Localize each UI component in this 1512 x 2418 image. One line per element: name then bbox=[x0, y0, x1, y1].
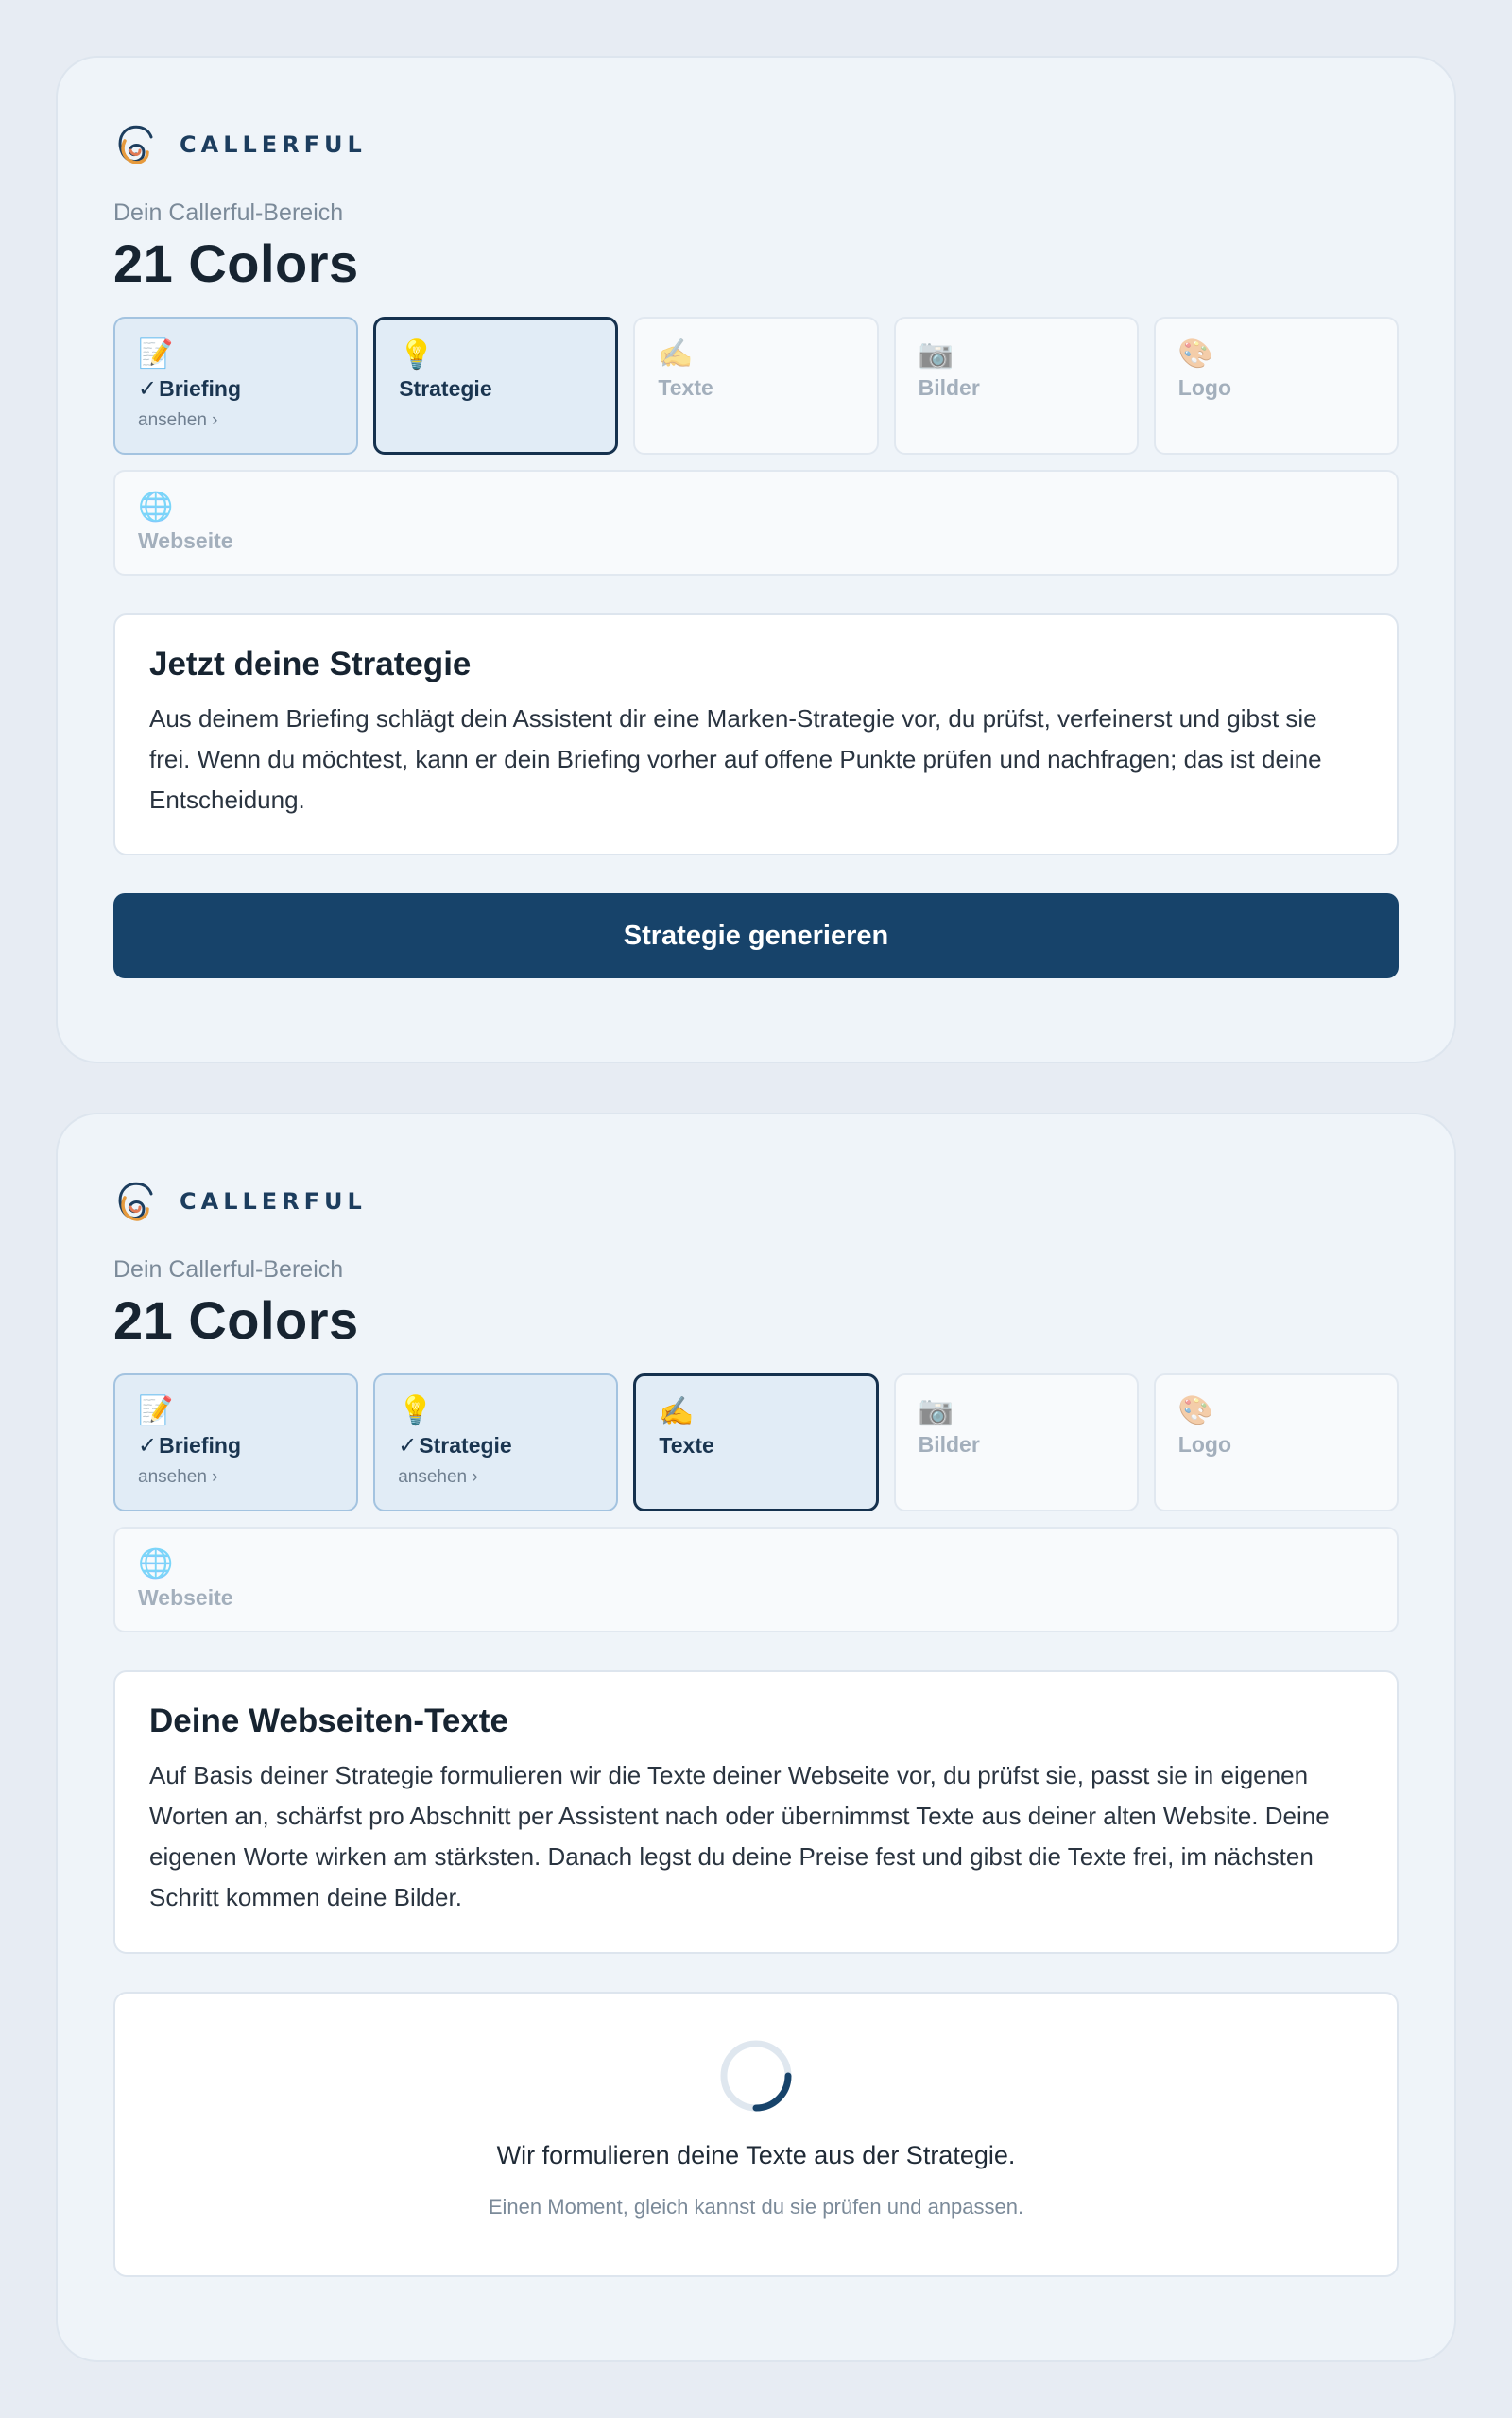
callerful-logo-icon bbox=[118, 1182, 153, 1221]
step-logo[interactable]: 🎨 Logo bbox=[1153, 1373, 1399, 1511]
palette-icon: 🎨 bbox=[1177, 338, 1214, 370]
step-texte[interactable]: ✍️ Texte bbox=[633, 1373, 879, 1511]
step-view-link[interactable]: ansehen › bbox=[138, 1467, 356, 1488]
step-label: Bilder bbox=[918, 1432, 980, 1457]
area-label: Dein Callerful-Bereich bbox=[113, 1256, 344, 1283]
camera-icon: 📷 bbox=[918, 338, 954, 370]
palette-icon: 🎨 bbox=[1177, 1395, 1214, 1426]
card-text: Aus deinem Briefing schlägt dein Assiste… bbox=[149, 704, 1322, 814]
memo-icon: 📝 bbox=[138, 1395, 174, 1426]
check-icon: ✓ bbox=[138, 1433, 158, 1459]
lightbulb-icon: 💡 bbox=[399, 339, 435, 371]
step-navigation: 📝 ✓Briefing ansehen › 💡 Strategie ✍️ Tex… bbox=[113, 317, 1399, 576]
step-navigation: 📝 ✓Briefing ansehen › 💡 ✓Strategie anseh… bbox=[113, 1373, 1399, 1632]
step-bilder[interactable]: 📷 Bilder bbox=[893, 1373, 1139, 1511]
callerful-logo-icon bbox=[118, 125, 153, 164]
card-title: Jetzt deine Strategie bbox=[149, 646, 472, 682]
loading-spinner-icon bbox=[720, 2040, 792, 2112]
strategy-panel: CALLERFUL Dein Callerful-Bereich 21 Colo… bbox=[56, 56, 1456, 1063]
texts-info-card: Deine Webseiten-Texte Auf Basis deiner S… bbox=[113, 1670, 1399, 1954]
step-label: Logo bbox=[1177, 1432, 1231, 1457]
step-texte[interactable]: ✍️ Texte bbox=[633, 317, 879, 455]
step-view-link[interactable]: ansehen › bbox=[398, 1467, 616, 1488]
card-title: Deine Webseiten-Texte bbox=[149, 1702, 508, 1739]
step-label: Webseite bbox=[138, 1585, 233, 1610]
loading-message: Wir formulieren deine Texte aus der Stra… bbox=[496, 2141, 1016, 2169]
company-title: 21 Colors bbox=[113, 233, 359, 293]
brand-header: CALLERFUL bbox=[113, 1175, 1399, 1228]
writing-hand-icon: ✍️ bbox=[659, 1396, 695, 1427]
step-bilder[interactable]: 📷 Bilder bbox=[893, 317, 1139, 455]
texts-panel: CALLERFUL Dein Callerful-Bereich 21 Colo… bbox=[56, 1113, 1456, 2362]
step-label: Texte bbox=[659, 1433, 714, 1458]
brand-name: CALLERFUL bbox=[180, 131, 367, 158]
step-label: Strategie bbox=[419, 1433, 512, 1458]
lightbulb-icon: 💡 bbox=[398, 1395, 434, 1426]
step-label: Texte bbox=[658, 375, 713, 400]
strategy-info-card: Jetzt deine Strategie Aus deinem Briefin… bbox=[113, 613, 1399, 855]
brand-header: CALLERFUL bbox=[113, 118, 1399, 171]
memo-icon: 📝 bbox=[138, 338, 174, 370]
globe-icon: 🌐 bbox=[138, 1548, 174, 1580]
check-icon: ✓ bbox=[398, 1433, 418, 1459]
step-strategie[interactable]: 💡 ✓Strategie ansehen › bbox=[373, 1373, 619, 1511]
check-icon: ✓ bbox=[138, 376, 158, 402]
globe-icon: 🌐 bbox=[138, 492, 174, 523]
step-webseite[interactable]: 🌐 Webseite bbox=[113, 470, 1399, 576]
step-label: Webseite bbox=[138, 528, 233, 553]
company-title: 21 Colors bbox=[113, 1290, 359, 1350]
step-label: Strategie bbox=[399, 376, 492, 401]
brand-name: CALLERFUL bbox=[180, 1188, 367, 1215]
step-briefing[interactable]: 📝 ✓Briefing ansehen › bbox=[113, 317, 359, 455]
card-text: Auf Basis deiner Strategie formulieren w… bbox=[149, 1761, 1330, 1911]
loading-card: Wir formulieren deine Texte aus der Stra… bbox=[113, 1992, 1399, 2277]
step-logo[interactable]: 🎨 Logo bbox=[1153, 317, 1399, 455]
step-webseite[interactable]: 🌐 Webseite bbox=[113, 1527, 1399, 1632]
loading-submessage: Einen Moment, gleich kannst du sie prüfe… bbox=[488, 2195, 1024, 2219]
step-strategie[interactable]: 💡 Strategie bbox=[373, 317, 619, 455]
step-view-link[interactable]: ansehen › bbox=[138, 410, 356, 431]
step-label: Bilder bbox=[918, 375, 980, 400]
step-label: Briefing bbox=[159, 376, 241, 401]
area-label: Dein Callerful-Bereich bbox=[113, 199, 344, 226]
writing-hand-icon: ✍️ bbox=[658, 338, 694, 370]
step-label: Logo bbox=[1177, 375, 1231, 400]
step-briefing[interactable]: 📝 ✓Briefing ansehen › bbox=[113, 1373, 359, 1511]
step-label: Briefing bbox=[159, 1433, 241, 1458]
camera-icon: 📷 bbox=[918, 1395, 954, 1426]
generate-strategy-button[interactable]: Strategie generieren bbox=[113, 893, 1399, 978]
